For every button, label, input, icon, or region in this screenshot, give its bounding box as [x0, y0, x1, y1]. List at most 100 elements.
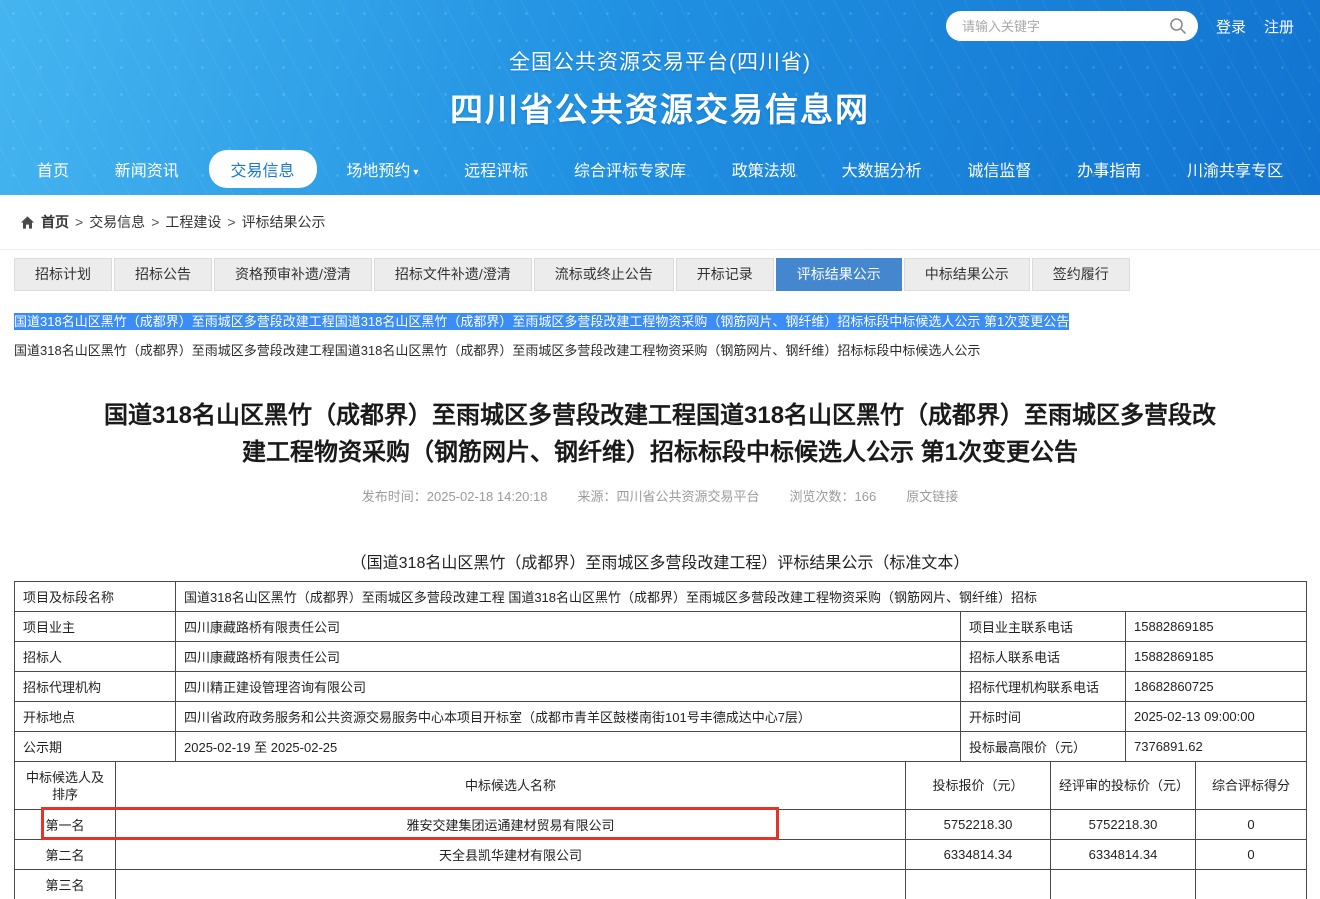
candidate-reviewed-price: 6334814.34 [1051, 840, 1196, 870]
tab-failed-or-terminated-announcement[interactable]: 流标或终止公告 [534, 258, 674, 291]
page: 登录 注册 全国公共资源交易平台(四川省) 四川省公共资源交易信息网 首页 新闻资… [0, 0, 1320, 899]
row-value: 四川精正建设管理咨询有限公司 [176, 672, 961, 702]
candidate-name [116, 870, 906, 899]
register-link[interactable]: 注册 [1264, 16, 1294, 37]
announcement-list: 国道318名山区黑竹（成都界）至雨城区多营段改建工程国道318名山区黑竹（成都界… [0, 291, 1320, 359]
site-header: 登录 注册 全国公共资源交易平台(四川省) 四川省公共资源交易信息网 首页 新闻资… [0, 0, 1320, 195]
table-row: 公示期2025-02-19 至 2025-02-25投标最高限价（元）73768… [15, 732, 1307, 762]
nav-item-news[interactable]: 新闻资讯 [99, 150, 195, 188]
table-row: 开标地点四川省政府政务服务和公共资源交易服务中心本项目开标室（成都市青羊区鼓楼南… [15, 702, 1307, 732]
breadcrumb-separator: > [151, 214, 159, 230]
tab-evaluation-result-publicity[interactable]: 评标结果公示 [776, 258, 902, 291]
candidate-rank: 第二名 [15, 840, 116, 870]
nav-item-label: 政策法规 [732, 163, 796, 180]
row-value: 7376891.62 [1126, 732, 1307, 762]
page-title: 国道318名山区黑竹（成都界）至雨城区多营段改建工程国道318名山区黑竹（成都界… [103, 397, 1218, 471]
nav-item-label: 交易信息 [231, 163, 295, 180]
nav-item-label: 办事指南 [1077, 163, 1141, 180]
nav-item-label: 远程评标 [464, 163, 528, 180]
candidate-row-1: 第一名雅安交建集团运通建材贸易有限公司5752218.305752218.300 [15, 810, 1307, 840]
candidate-score [1196, 870, 1307, 899]
nav-item-trade-info[interactable]: 交易信息 [209, 150, 317, 188]
search-icon[interactable] [1168, 16, 1188, 36]
candidate-row-3: 第三名 [15, 870, 1307, 899]
candidate-reviewed-price [1051, 870, 1196, 899]
column-header: 综合评标得分 [1196, 762, 1307, 810]
row-value: 18682860725 [1126, 672, 1307, 702]
tab-bid-announcement[interactable]: 招标公告 [114, 258, 212, 291]
row-label: 公示期 [15, 732, 176, 762]
column-header: 经评审的投标价（元） [1051, 762, 1196, 810]
row-value: 国道318名山区黑竹（成都界）至雨城区多营段改建工程 国道318名山区黑竹（成都… [176, 582, 1307, 612]
tab-prequalification-addendum[interactable]: 资格预审补遗/澄清 [214, 258, 372, 291]
nav-item-remote-bid-evaluation[interactable]: 远程评标 [448, 150, 544, 188]
nav-item-label: 场地预约 [346, 163, 410, 180]
main-nav: 首页 新闻资讯 交易信息 场地预约▾ 远程评标 综合评标专家库 政策法规 大数据分析 诚信监督 办… [0, 143, 1320, 195]
column-header: 中标候选人名称 [116, 762, 906, 810]
nav-item-label: 大数据分析 [842, 163, 922, 180]
candidate-reviewed-price: 5752218.30 [1051, 810, 1196, 840]
nav-item-label: 诚信监督 [967, 163, 1031, 180]
result-table-body: 项目及标段名称国道318名山区黑竹（成都界）至雨城区多营段改建工程 国道318名… [15, 582, 1307, 899]
nav-item-big-data-analysis[interactable]: 大数据分析 [826, 150, 938, 188]
tab-bid-document-addendum[interactable]: 招标文件补遗/澄清 [374, 258, 532, 291]
login-link[interactable]: 登录 [1216, 16, 1246, 37]
column-header: 投标报价（元） [906, 762, 1051, 810]
home-icon [20, 215, 35, 230]
nav-item-label: 首页 [37, 163, 69, 180]
table-subtitle: （国道318名山区黑竹（成都界）至雨城区多营段改建工程）评标结果公示（标准文本） [0, 549, 1320, 573]
table-row: 招标代理机构四川精正建设管理咨询有限公司招标代理机构联系电话1868286072… [15, 672, 1307, 702]
candidate-name: 雅安交建集团运通建材贸易有限公司 [116, 810, 906, 840]
nav-item-policies-regulations[interactable]: 政策法规 [716, 150, 812, 188]
row-value: 15882869185 [1126, 642, 1307, 672]
tab-contract-signing-performance[interactable]: 签约履行 [1032, 258, 1130, 291]
nav-item-integrity-supervision[interactable]: 诚信监督 [951, 150, 1047, 188]
nav-item-service-guide[interactable]: 办事指南 [1061, 150, 1157, 188]
nav-item-sichuan-chongqing-zone[interactable]: 川渝共享专区 [1171, 150, 1299, 188]
article-meta: 发布时间：2025-02-18 14:20:18 来源：四川省公共资源交易平台 … [0, 486, 1320, 505]
row-value: 15882869185 [1126, 612, 1307, 642]
row-label: 项目及标段名称 [15, 582, 176, 612]
candidate-bid-price [906, 870, 1051, 899]
original-link[interactable]: 原文链接 [906, 486, 958, 505]
nav-item-label: 川渝共享专区 [1187, 163, 1283, 180]
candidate-score: 0 [1196, 840, 1307, 870]
view-count: 浏览次数：166 [790, 486, 877, 505]
breadcrumb-item-3[interactable]: 工程建设 [165, 214, 221, 230]
breadcrumb-separator: > [227, 214, 235, 230]
nav-item-venue-booking[interactable]: 场地预约▾ [330, 150, 434, 188]
tab-bid-plan[interactable]: 招标计划 [14, 258, 112, 291]
nav-item-home[interactable]: 首页 [21, 150, 85, 188]
breadcrumb-separator: > [75, 214, 83, 230]
breadcrumb-item-4: 评标结果公示 [242, 214, 326, 230]
nav-item-expert-database[interactable]: 综合评标专家库 [558, 150, 702, 188]
breadcrumb-item-1[interactable]: 首页 [41, 214, 69, 230]
row-value: 2025-02-13 09:00:00 [1126, 702, 1307, 732]
candidate-bid-price: 5752218.30 [906, 810, 1051, 840]
search-box [946, 11, 1198, 41]
announcement-list-item[interactable]: 国道318名山区黑竹（成都界）至雨城区多营段改建工程国道318名山区黑竹（成都界… [14, 342, 1306, 359]
tab-award-result-publicity[interactable]: 中标结果公示 [904, 258, 1030, 291]
table-row: 项目及标段名称国道318名山区黑竹（成都界）至雨城区多营段改建工程 国道318名… [15, 582, 1307, 612]
column-header: 中标候选人及排序 [15, 762, 116, 810]
nav-item-label: 综合评标专家库 [574, 163, 686, 180]
publish-time: 发布时间：2025-02-18 14:20:18 [362, 486, 548, 505]
result-table-wrap: 项目及标段名称国道318名山区黑竹（成都界）至雨城区多营段改建工程 国道318名… [14, 581, 1306, 899]
nav-item-label: 新闻资讯 [115, 163, 179, 180]
breadcrumb-item-2[interactable]: 交易信息 [89, 214, 145, 230]
header-top: 登录 注册 全国公共资源交易平台(四川省) 四川省公共资源交易信息网 [0, 0, 1320, 143]
row-label: 开标地点 [15, 702, 176, 732]
row-label: 招标代理机构联系电话 [961, 672, 1126, 702]
site-title: 四川省公共资源交易信息网 [0, 83, 1320, 131]
candidate-score: 0 [1196, 810, 1307, 840]
tab-bar: 招标计划招标公告资格预审补遗/澄清招标文件补遗/澄清流标或终止公告开标记录评标结… [0, 250, 1320, 291]
row-value: 四川康藏路桥有限责任公司 [176, 642, 961, 672]
result-table: 项目及标段名称国道318名山区黑竹（成都界）至雨城区多营段改建工程 国道318名… [14, 581, 1307, 899]
announcement-list-item-selected[interactable]: 国道318名山区黑竹（成都界）至雨城区多营段改建工程国道318名山区黑竹（成都界… [14, 313, 1069, 330]
row-label: 招标代理机构 [15, 672, 176, 702]
candidate-bid-price: 6334814.34 [906, 840, 1051, 870]
candidates-header-row: 中标候选人及排序中标候选人名称投标报价（元）经评审的投标价（元）综合评标得分 [15, 762, 1307, 810]
tab-bid-opening-record[interactable]: 开标记录 [676, 258, 774, 291]
search-input[interactable] [960, 18, 1168, 35]
row-label: 招标人联系电话 [961, 642, 1126, 672]
